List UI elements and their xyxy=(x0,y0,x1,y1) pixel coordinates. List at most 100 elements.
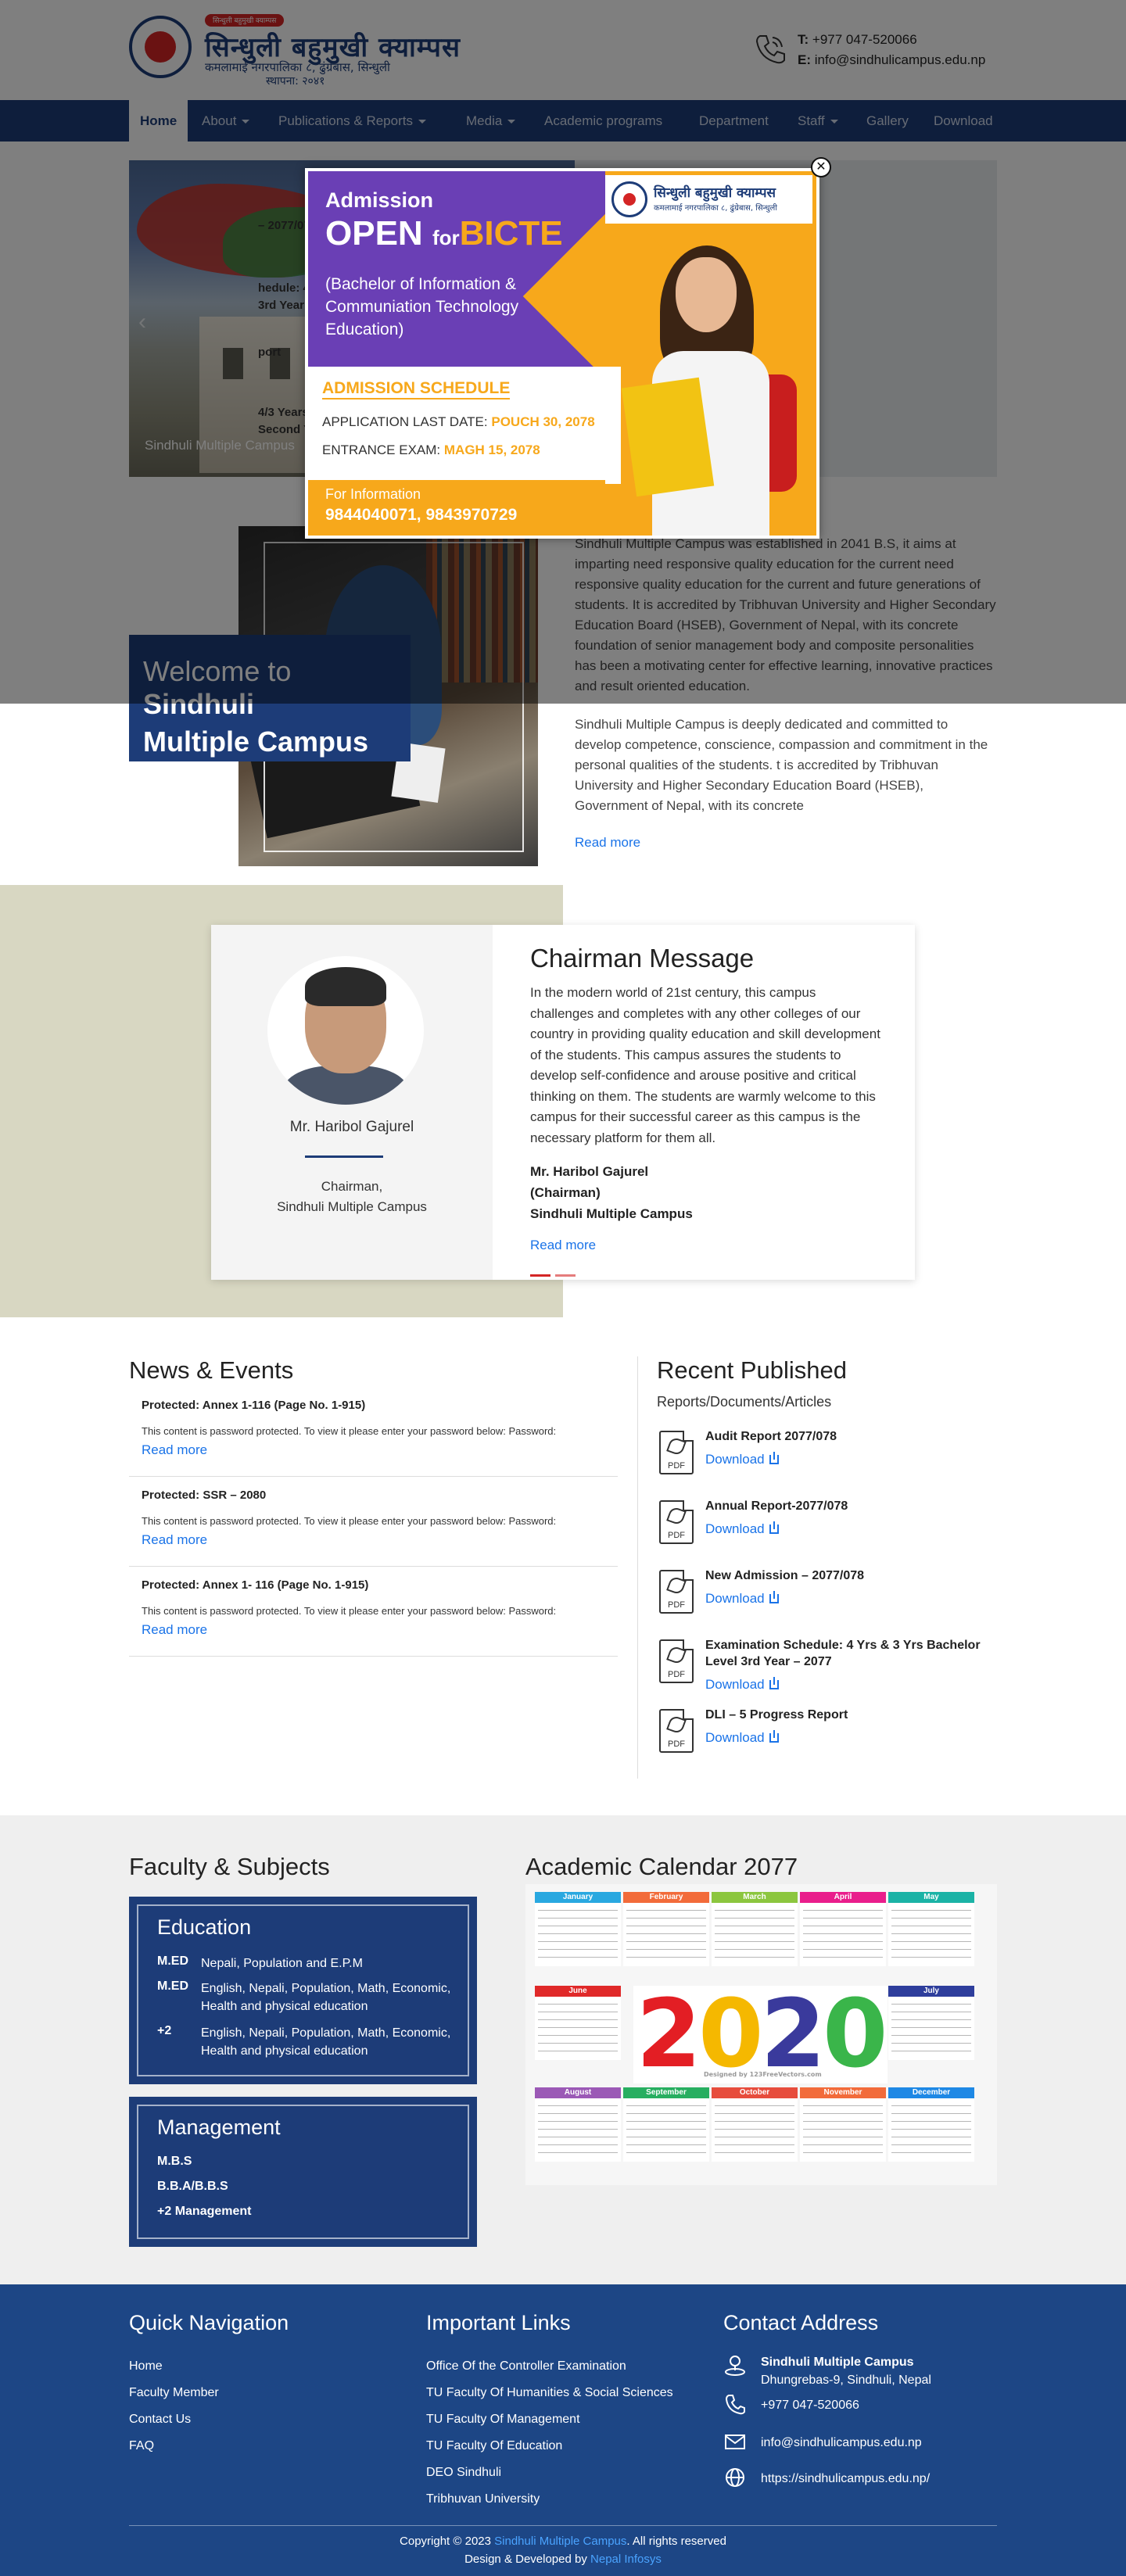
popup-logo: सिन्धुली बहुमुखी क्याम्पस कमलामाई नगरपाल… xyxy=(605,175,812,224)
news-item: Protected: SSR – 2080 This content is pa… xyxy=(129,1487,618,1567)
download-link[interactable]: Download xyxy=(705,1452,779,1467)
news-read-more-link[interactable]: Read more xyxy=(142,1622,207,1638)
news-body: This content is password protected. To v… xyxy=(142,1425,557,1437)
news-title[interactable]: Protected: SSR – 2080 xyxy=(142,1489,266,1502)
chairman-signature: Mr. Haribol Gajurel (Chairman) Sindhuli Mu… xyxy=(530,1164,693,1221)
faculty-item: +2 Management xyxy=(157,2205,252,2218)
popup-exam-date: ENTRANCE EXAM: MAGH 15, 2078 xyxy=(322,442,540,457)
footer-contact-heading: Contact Address xyxy=(723,2311,879,2334)
calendar-month: November xyxy=(800,2087,886,2162)
calendar-month-name: February xyxy=(623,1892,709,1903)
faculty-heading: Faculty & Subjects xyxy=(129,1853,330,1880)
about-read-more-link[interactable]: Read more xyxy=(575,833,997,853)
calendar-month-name: October xyxy=(712,2087,798,2098)
download-icon xyxy=(769,1730,779,1743)
footer-email[interactable]: info@sindhulicampus.edu.np xyxy=(761,2434,922,2452)
download-icon xyxy=(769,1677,779,1689)
download-link[interactable]: Download xyxy=(705,1521,779,1537)
pdf-icon: PDF xyxy=(659,1709,694,1753)
calendar-heading: Academic Calendar 2077 xyxy=(525,1853,798,1880)
faculty-row: M.ED English, Nepali, Population, Math, E… xyxy=(157,1979,451,2013)
admission-popup: सिन्धुली बहुमुखी क्याम्पस कमलामाई नगरपाल… xyxy=(305,168,819,539)
footer-important-link[interactable]: Tribhuvan University xyxy=(426,2492,540,2506)
faculty-title: Education xyxy=(157,1915,252,1939)
footer-link-faculty-member[interactable]: Faculty Member xyxy=(129,2386,219,2400)
footer-phone[interactable]: +977 047-520066 xyxy=(761,2396,859,2414)
calendar-month-name: November xyxy=(800,2087,886,2098)
chairman-name: Mr. Haribol Gajurel xyxy=(289,1119,414,1135)
news-item: Protected: Annex 1- 116 (Page No. 1-915)… xyxy=(129,1577,618,1657)
calendar-month-name: June xyxy=(535,1986,621,1997)
calendar-month-name: May xyxy=(888,1892,974,1903)
calendar-month: March xyxy=(712,1892,798,1966)
faculty-row: M.ED Nepali, Population and E.P.M xyxy=(157,1954,363,1970)
developer-link[interactable]: Nepal Infosys xyxy=(590,2553,662,2566)
copyright: Copyright © 2023 Sindhuli Multiple Campu… xyxy=(400,2535,726,2548)
faculty-management-box: Management M.B.S B.B.A/B.B.S +2 Manageme… xyxy=(129,2097,477,2247)
news-read-more-link[interactable]: Read more xyxy=(142,1442,207,1458)
footer-link-home[interactable]: Home xyxy=(129,2359,163,2374)
footer-important-link[interactable]: DEO Sindhuli xyxy=(426,2466,501,2480)
footer-important-link[interactable]: TU Faculty Of Humanities & Social Scienc… xyxy=(426,2386,673,2400)
published-title: Annual Report-2077/078 xyxy=(705,1499,848,1513)
news-title[interactable]: Protected: Annex 1-116 (Page No. 1-915) xyxy=(142,1399,365,1412)
academic-calendar-image[interactable]: 2020 Designed by 123FreeVectors.com Janu… xyxy=(525,1884,997,2185)
footer-important-link[interactable]: TU Faculty Of Management xyxy=(426,2413,580,2427)
news-title[interactable]: Protected: Annex 1- 116 (Page No. 1-915) xyxy=(142,1578,368,1592)
published-title: DLI – 5 Progress Report xyxy=(705,1708,848,1722)
chairman-read-more-link[interactable]: Read more xyxy=(530,1238,596,1253)
calendar-month-name: September xyxy=(623,2087,709,2098)
faculty-item: M.B.S xyxy=(157,2155,192,2168)
faculty-row: +2 English, Nepali, Population, Math, Eco… xyxy=(157,2024,451,2058)
footer-link-faq[interactable]: FAQ xyxy=(129,2439,154,2453)
download-icon xyxy=(769,1591,779,1603)
phone-icon xyxy=(725,2395,745,2415)
popup-headline: OPEN forBICTE xyxy=(325,214,563,253)
copyright-link[interactable]: Sindhuli Multiple Campus xyxy=(494,2535,626,2548)
calendar-month-name: December xyxy=(888,2087,974,2098)
email-icon xyxy=(725,2434,745,2449)
close-icon[interactable]: ✕ xyxy=(811,157,831,177)
calendar-month: June xyxy=(535,1986,621,2060)
footer-important-link[interactable]: TU Faculty Of Education xyxy=(426,2439,562,2453)
footer-link-contact[interactable]: Contact Us xyxy=(129,2413,191,2427)
pdf-icon: PDF xyxy=(659,1570,694,1614)
calendar-month: September xyxy=(623,2087,709,2162)
carousel-indicators[interactable] xyxy=(530,1267,580,1281)
published-title: New Admission – 2077/078 xyxy=(705,1569,865,1582)
calendar-month-name: March xyxy=(712,1892,798,1903)
calendar-month-name: April xyxy=(800,1892,886,1903)
divider xyxy=(129,2525,997,2526)
download-link[interactable]: Download xyxy=(705,1591,779,1607)
calendar-month-name: January xyxy=(535,1892,621,1903)
pdf-icon: PDF xyxy=(659,1639,694,1683)
footer-important-link[interactable]: Office Of the Controller Examination xyxy=(426,2359,626,2374)
footer-website[interactable]: https://sindhulicampus.edu.np/ xyxy=(761,2470,930,2488)
published-subheading: Reports/Documents/Articles xyxy=(657,1394,832,1410)
about-paragraph: Sindhuli Multiple Campus is deeply dedic… xyxy=(575,717,988,813)
welcome-heading-2: Multiple Campus xyxy=(143,726,369,758)
chairman-photo xyxy=(267,956,424,1105)
popup-admission: Admission xyxy=(325,188,434,212)
popup-phones: 9844040071, 9843970729 xyxy=(325,506,518,524)
chairman-role: Chairman, Sindhuli Multiple Campus xyxy=(277,1179,427,1214)
pdf-icon: PDF xyxy=(659,1500,694,1544)
news-read-more-link[interactable]: Read more xyxy=(142,1532,207,1548)
chairman-card: Mr. Haribol Gajurel Chairman, Sindhuli Mu… xyxy=(211,925,915,1280)
globe-icon xyxy=(726,2468,744,2487)
calendar-month: December xyxy=(888,2087,974,2162)
news-item: Protected: Annex 1-116 (Page No. 1-915) … xyxy=(129,1395,618,1477)
published-title: Examination Schedule: 4 Yrs & 3 Yrs Bach… xyxy=(705,1639,981,1668)
pdf-icon: PDF xyxy=(659,1431,694,1474)
published-title: Audit Report 2077/078 xyxy=(705,1430,837,1443)
download-link[interactable]: Download xyxy=(705,1677,779,1693)
calendar-month: April xyxy=(800,1892,886,1966)
download-link[interactable]: Download xyxy=(705,1730,779,1746)
calendar-month-name: August xyxy=(535,2087,621,2098)
popup-description: (Bachelor of Information & Communiation … xyxy=(325,275,519,339)
footer-address: Sindhuli Multiple Campus Dhungrebas-9, Si… xyxy=(761,2356,931,2387)
calendar-month: January xyxy=(535,1892,621,1966)
divider xyxy=(637,1356,638,1779)
popup-info-label: For Information xyxy=(325,486,421,502)
calendar-month: February xyxy=(623,1892,709,1966)
